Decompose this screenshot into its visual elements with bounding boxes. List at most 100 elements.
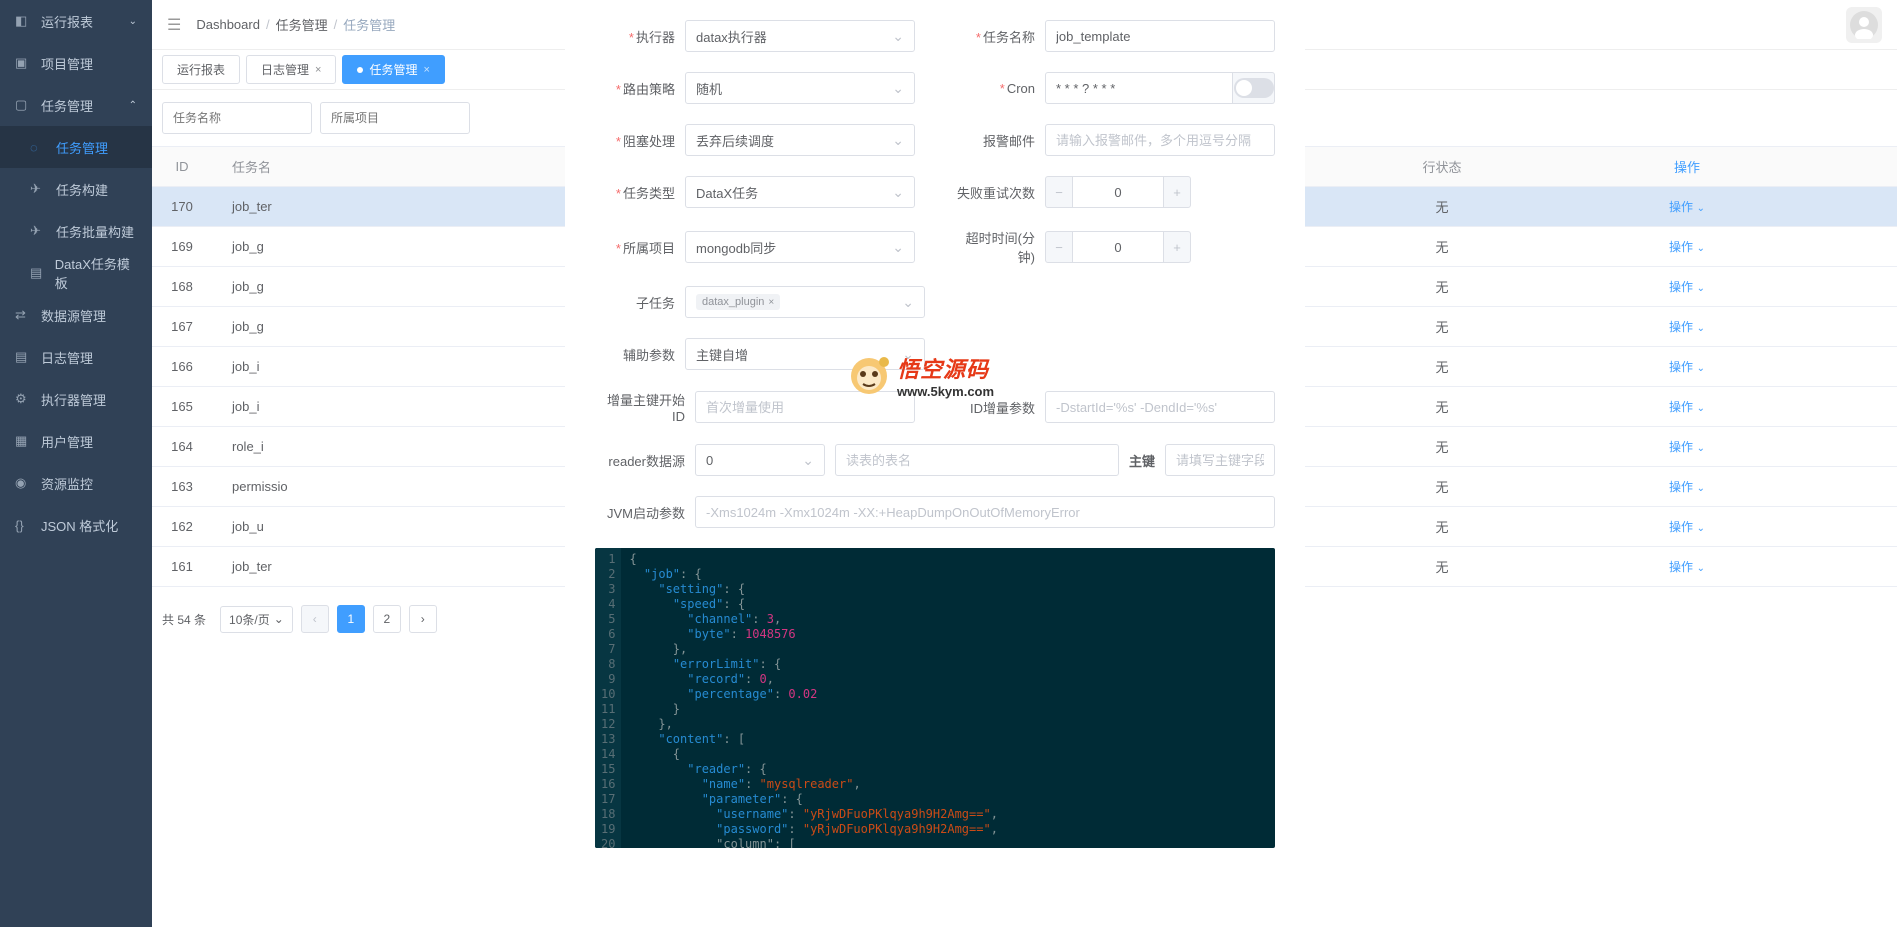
- form-label: 报警邮件: [955, 131, 1035, 150]
- sidebar-item-log[interactable]: ▤ 日志管理: [0, 336, 152, 378]
- sidebar-item-label: 项目管理: [41, 54, 93, 73]
- form-label: 辅助参数: [595, 345, 675, 364]
- form-item-cron: *Cron: [955, 72, 1275, 104]
- retry-minus[interactable]: −: [1045, 176, 1073, 208]
- task-icon: ◌: [30, 140, 48, 155]
- sidebar-item-label: 任务构建: [56, 180, 108, 199]
- executor-select[interactable]: datax执行器: [685, 20, 915, 52]
- form-item-reader: reader数据源 0 主键: [595, 444, 1275, 476]
- pk-input[interactable]: [1165, 444, 1275, 476]
- sidebar-item-user[interactable]: ▦ 用户管理: [0, 420, 152, 462]
- chevron-up-icon: ⌃: [129, 100, 137, 111]
- form-item-jvm: JVM启动参数: [595, 496, 1275, 528]
- form-label: 失败重试次数: [955, 183, 1035, 202]
- form-item-assist: 辅助参数 主键自增: [595, 338, 925, 370]
- sidebar-item-label: 执行器管理: [41, 390, 106, 409]
- route-select[interactable]: 随机: [685, 72, 915, 104]
- executor-icon: ⚙: [15, 391, 33, 407]
- sidebar-item-task[interactable]: ▢ 任务管理 ⌃: [0, 84, 152, 126]
- main: ☰ Dashboard / 任务管理 / 任务管理 运行报表 日志管理× 任务管…: [152, 0, 1897, 927]
- timeout-value[interactable]: 0: [1073, 231, 1163, 263]
- tablename-input[interactable]: [835, 444, 1119, 476]
- jobtype-select[interactable]: DataX任务: [685, 176, 915, 208]
- log-icon: ▤: [15, 349, 33, 365]
- incparam-input[interactable]: [1045, 391, 1275, 423]
- sidebar-item-label: JSON 格式化: [41, 516, 118, 535]
- form-item-incstart: 增量主键开始ID: [595, 390, 915, 424]
- form-item-incparam: ID增量参数: [955, 391, 1275, 423]
- sidebar-item-label: 数据源管理: [41, 306, 106, 325]
- incstart-input[interactable]: [695, 391, 915, 423]
- form-item-executor: *执行器 datax执行器: [595, 20, 915, 52]
- tag-close-icon[interactable]: ×: [768, 297, 774, 308]
- form-item-retry: 失败重试次数 − 0 +: [955, 176, 1275, 208]
- assist-select[interactable]: 主键自增: [685, 338, 925, 370]
- task-icon: ▢: [15, 97, 33, 113]
- sidebar-item-datasource[interactable]: ⇄ 数据源管理: [0, 294, 152, 336]
- code-body[interactable]: { "job": { "setting": { "speed": { "chan…: [621, 548, 1005, 848]
- json-icon: {}: [15, 518, 33, 533]
- form-item-route: *路由策略 随机: [595, 72, 915, 104]
- form-item-child: 子任务 datax_plugin×: [595, 286, 925, 318]
- project-select[interactable]: mongodb同步: [685, 231, 915, 263]
- build-icon: ✈: [30, 181, 48, 197]
- timeout-plus[interactable]: +: [1163, 231, 1191, 263]
- form-item-alarm: 报警邮件: [955, 124, 1275, 156]
- retry-value[interactable]: 0: [1073, 176, 1163, 208]
- datasource-icon: ⇄: [15, 307, 33, 323]
- sidebar-item-dashboard[interactable]: ◧ 运行报表 ⌄: [0, 0, 152, 42]
- sidebar-item-label: 日志管理: [41, 348, 93, 367]
- sidebar-item-label: 用户管理: [41, 432, 93, 451]
- reader-select[interactable]: 0: [695, 444, 825, 476]
- timeout-minus[interactable]: −: [1045, 231, 1073, 263]
- sidebar-item-task-batch[interactable]: ✈ 任务批量构建: [0, 210, 152, 252]
- form-item-project: *所属项目 mongodb同步: [595, 231, 915, 263]
- form-label: JVM启动参数: [595, 503, 685, 522]
- sidebar-item-executor[interactable]: ⚙ 执行器管理: [0, 378, 152, 420]
- modal: *执行器 datax执行器 *任务名称 *路由策略 随机 *Cron: [565, 0, 1305, 868]
- form-label: *任务名称: [955, 27, 1035, 46]
- form-label: 超时时间(分钟): [955, 228, 1035, 266]
- code-editor[interactable]: 1234567891011121314151617181920212223242…: [595, 548, 1275, 848]
- alarm-input[interactable]: [1045, 124, 1275, 156]
- form-label: *路由策略: [595, 79, 675, 98]
- sidebar-item-datax-template[interactable]: ▤ DataX任务模板: [0, 252, 152, 294]
- form-item-timeout: 超时时间(分钟) − 0 +: [955, 228, 1275, 266]
- form-label: *阻塞处理: [595, 131, 675, 150]
- sidebar-item-label: 任务批量构建: [56, 222, 134, 241]
- sidebar: ◧ 运行报表 ⌄ ▣ 项目管理 ▢ 任务管理 ⌃ ◌ 任务管理 ✈ 任务构建 ✈…: [0, 0, 152, 927]
- retry-plus[interactable]: +: [1163, 176, 1191, 208]
- form-label: 增量主键开始ID: [595, 390, 685, 424]
- form-item-jobtype: *任务类型 DataX任务: [595, 176, 915, 208]
- sidebar-item-task-manage[interactable]: ◌ 任务管理: [0, 126, 152, 168]
- cron-switch[interactable]: [1233, 72, 1275, 104]
- form-label: reader数据源: [595, 451, 685, 470]
- form-item-block: *阻塞处理 丢弃后续调度: [595, 124, 915, 156]
- sidebar-item-label: 资源监控: [41, 474, 93, 493]
- batch-icon: ✈: [30, 223, 48, 239]
- code-gutter: 1234567891011121314151617181920212223242…: [595, 548, 621, 848]
- sidebar-item-monitor[interactable]: ◉ 资源监控: [0, 462, 152, 504]
- form-item-jobname: *任务名称: [955, 20, 1275, 52]
- user-icon: ▦: [15, 433, 33, 449]
- modal-overlay: *执行器 datax执行器 *任务名称 *路由策略 随机 *Cron: [152, 0, 1897, 927]
- monitor-icon: ◉: [15, 475, 33, 491]
- cron-input[interactable]: [1045, 72, 1233, 104]
- child-select[interactable]: datax_plugin×: [685, 286, 925, 318]
- form-label: *所属项目: [595, 238, 675, 257]
- sidebar-item-label: 任务管理: [41, 96, 93, 115]
- chevron-down-icon: ⌄: [129, 16, 137, 27]
- jvm-input[interactable]: [695, 496, 1275, 528]
- sidebar-item-task-build[interactable]: ✈ 任务构建: [0, 168, 152, 210]
- sidebar-item-json[interactable]: {} JSON 格式化: [0, 504, 152, 546]
- jobname-input[interactable]: [1045, 20, 1275, 52]
- form-label: 子任务: [595, 293, 675, 312]
- child-tag: datax_plugin×: [696, 294, 780, 310]
- form-label: ID增量参数: [955, 398, 1035, 417]
- form-label: *任务类型: [595, 183, 675, 202]
- block-select[interactable]: 丢弃后续调度: [685, 124, 915, 156]
- pk-label: 主键: [1129, 451, 1155, 470]
- sidebar-item-project[interactable]: ▣ 项目管理: [0, 42, 152, 84]
- sidebar-item-label: 任务管理: [56, 138, 108, 157]
- project-icon: ▣: [15, 55, 33, 71]
